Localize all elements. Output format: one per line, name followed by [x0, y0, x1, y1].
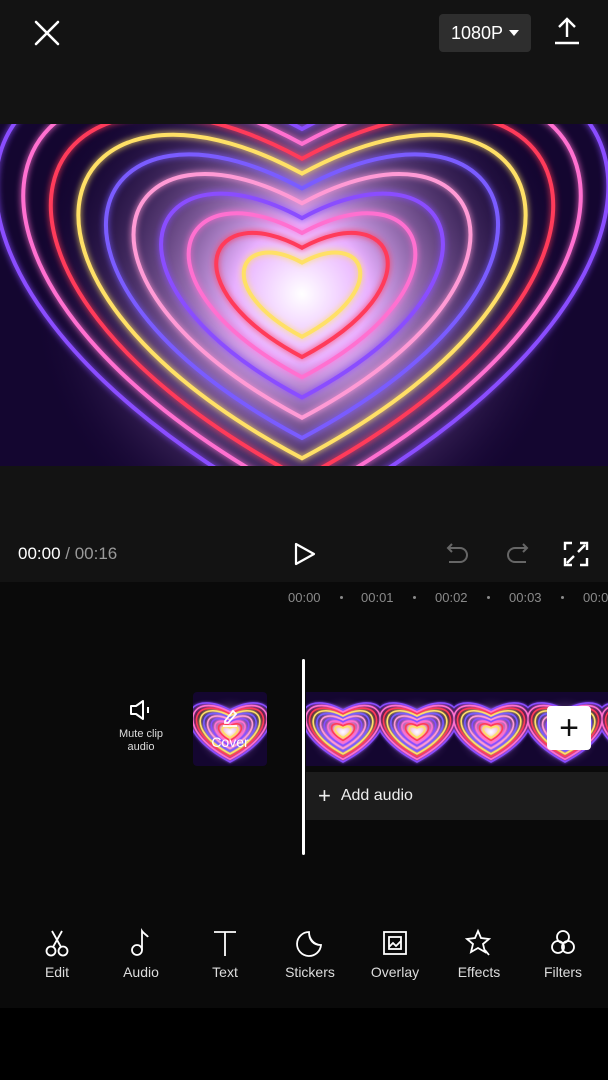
add-clip-button[interactable]: + [547, 706, 591, 750]
clip-thumbnail [306, 692, 380, 766]
playhead[interactable] [302, 659, 305, 855]
ruler-tick-label: 00:03 [509, 590, 542, 605]
ruler-dot [487, 596, 490, 599]
tool-label: Overlay [370, 964, 420, 980]
mute-label: Mute clip audio [118, 728, 164, 753]
resolution-dropdown[interactable]: 1080P [439, 14, 531, 52]
cover-label: Cover [211, 734, 249, 750]
scissors-icon [45, 930, 69, 957]
speaker-icon [130, 700, 149, 720]
tool-label: Edit [44, 964, 70, 980]
video-preview[interactable] [0, 124, 608, 466]
mute-clip-audio-button[interactable]: Mute clip audio [110, 698, 172, 754]
tool-overlay[interactable]: Overlay [360, 928, 430, 980]
music-note-icon [131, 928, 149, 956]
tool-effects[interactable]: Effects [444, 928, 514, 980]
clip-thumbnail [454, 692, 528, 766]
plus-icon: + [559, 709, 579, 747]
total-time: 00:16 [74, 544, 118, 563]
tool-edit[interactable]: Edit [22, 928, 92, 980]
sticker-icon [296, 931, 322, 957]
play-icon[interactable] [290, 540, 318, 568]
tool-filters[interactable]: Filters [528, 928, 598, 980]
filters-icon [551, 930, 575, 954]
ruler-dot [340, 596, 343, 599]
ruler-dot [413, 596, 416, 599]
add-audio-label: Add audio [340, 787, 413, 804]
ruler-tick-label: 00:01 [361, 590, 394, 605]
tool-label: Audio [123, 964, 159, 980]
redo-icon[interactable] [503, 540, 531, 568]
ruler-tick-label: 00:02 [435, 590, 468, 605]
tool-text[interactable]: Text [190, 928, 260, 980]
cover-thumbnail [193, 692, 267, 766]
effects-star-icon [464, 928, 492, 956]
tool-stickers[interactable]: Stickers [275, 928, 345, 980]
resolution-label: 1080P [450, 22, 504, 43]
ruler-dot [561, 596, 564, 599]
fullscreen-icon[interactable] [562, 540, 590, 568]
clip-thumbnail [380, 692, 454, 766]
upload-icon[interactable] [552, 16, 582, 46]
clip-thumbnail [602, 692, 608, 766]
close-icon[interactable] [30, 16, 64, 50]
plus-icon: + [318, 783, 331, 808]
text-icon [214, 931, 236, 956]
edit-pencil-icon [223, 709, 238, 727]
heart-video-frame [0, 124, 608, 466]
cover-button[interactable]: Cover [193, 692, 267, 766]
tool-audio[interactable]: Audio [106, 928, 176, 980]
tool-label: Stickers [285, 964, 335, 980]
tool-label: Filters [543, 964, 583, 980]
time-separator: / [60, 544, 75, 563]
undo-icon[interactable] [444, 540, 472, 568]
ruler-tick-label: 00:00 [288, 590, 321, 605]
time-display: 00:00 / 00:16 [18, 544, 117, 564]
tool-label: Effects [457, 964, 501, 980]
tool-label: Text [212, 964, 238, 980]
overlay-icon [383, 931, 407, 955]
caret-down-icon [509, 30, 520, 36]
navigation-bar [0, 1008, 608, 1080]
add-audio-button[interactable]: + Add audio [306, 772, 608, 820]
current-time: 00:00 [18, 544, 61, 563]
ruler-tick-label: 00:0 [583, 590, 608, 605]
